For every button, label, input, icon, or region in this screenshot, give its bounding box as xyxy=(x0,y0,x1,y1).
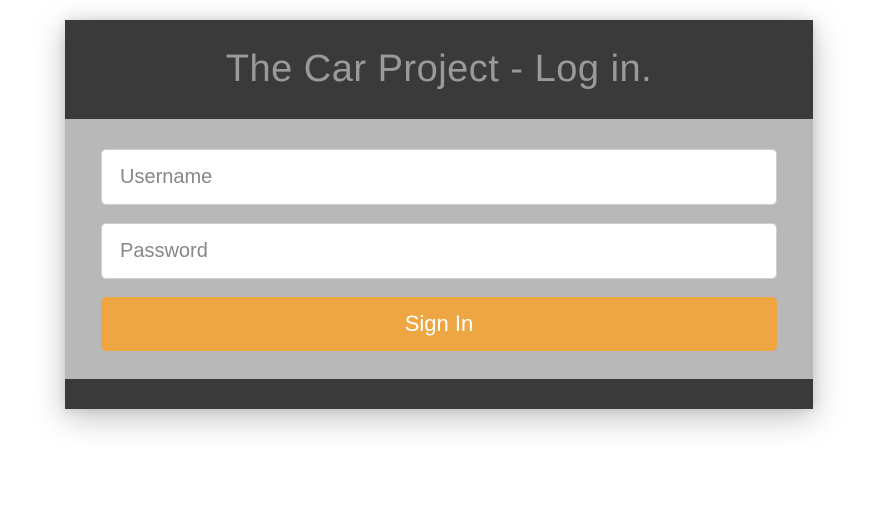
username-input[interactable] xyxy=(101,149,777,205)
page-title: The Car Project - Log in. xyxy=(85,48,793,91)
login-panel: The Car Project - Log in. Sign In xyxy=(65,20,813,409)
password-input[interactable] xyxy=(101,223,777,279)
panel-footer xyxy=(65,379,813,409)
signin-button[interactable]: Sign In xyxy=(101,297,777,351)
panel-body: Sign In xyxy=(65,119,813,379)
panel-header: The Car Project - Log in. xyxy=(65,20,813,119)
